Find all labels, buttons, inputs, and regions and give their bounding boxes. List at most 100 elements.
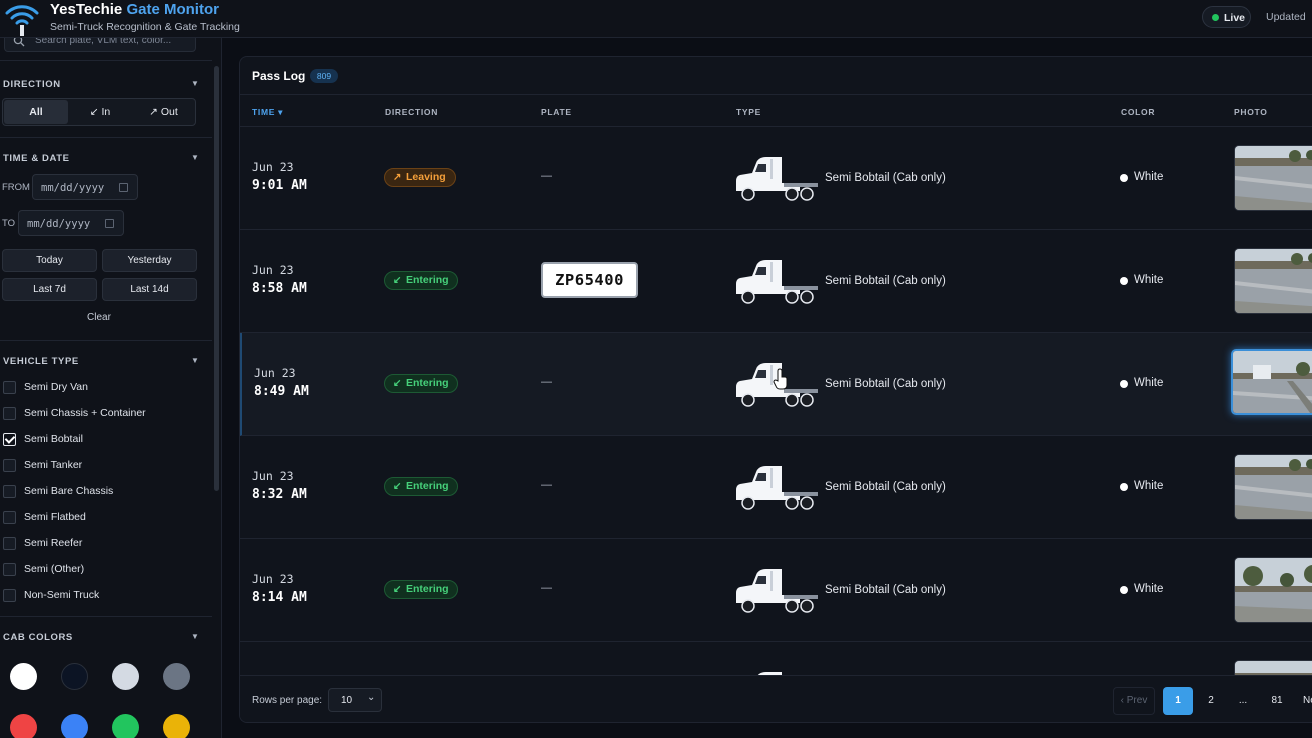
divider xyxy=(0,137,212,138)
row-time: 8:14 AM xyxy=(252,590,307,605)
rows-per-page-label: Rows per page: xyxy=(252,695,323,706)
vehicle-type-option[interactable]: Non-Semi Truck xyxy=(2,587,202,605)
table-row[interactable]: Jun 23 8:58 AM ↙ Entering ZP65400 Semi Bo… xyxy=(240,230,1312,333)
last-7d-button[interactable]: Last 7d xyxy=(2,278,97,301)
table-row[interactable]: Jun 23 8:14 AM ↙ Entering — Semi Bobtail … xyxy=(240,539,1312,642)
color-swatch-green[interactable] xyxy=(112,714,139,738)
row-date: Jun 23 xyxy=(252,572,294,586)
direction-in-button[interactable]: ↙ In xyxy=(68,100,132,124)
column-header-color[interactable]: COLOR xyxy=(1121,107,1155,117)
page-button-current[interactable]: 1 xyxy=(1163,687,1193,715)
checkbox[interactable] xyxy=(3,589,16,602)
time-date-section-title[interactable]: TIME & DATE xyxy=(3,153,70,164)
column-header-photo: PHOTO xyxy=(1234,107,1268,117)
checkbox[interactable] xyxy=(3,485,16,498)
photo-thumbnail[interactable] xyxy=(1234,248,1312,314)
arrow-down-left-icon: ↙ xyxy=(393,378,402,389)
from-date-input[interactable]: mm/dd/yyyy xyxy=(32,174,138,200)
semi-bobtail-truck-icon xyxy=(736,466,818,510)
vehicle-type-option[interactable]: Semi Tanker xyxy=(2,457,202,475)
calendar-icon[interactable] xyxy=(119,183,128,192)
rows-per-page-select[interactable]: 10 ⌄ xyxy=(328,688,382,712)
vehicle-type-section-title[interactable]: VEHICLE TYPE xyxy=(3,356,79,367)
direction-all-button[interactable]: All xyxy=(4,100,68,124)
photo-thumbnail[interactable] xyxy=(1234,557,1312,623)
vehicle-type-option[interactable]: Semi (Other) xyxy=(2,561,202,579)
color-swatch-white[interactable] xyxy=(10,663,37,690)
vehicle-type-option[interactable]: Semi Bare Chassis xyxy=(2,483,202,501)
checkbox[interactable] xyxy=(3,537,16,550)
vehicle-type-option[interactable]: Semi Reefer xyxy=(2,535,202,553)
color-swatch-gray[interactable] xyxy=(163,663,190,690)
live-status-badge[interactable]: Live xyxy=(1202,6,1251,28)
license-plate[interactable]: ZP65400 xyxy=(541,262,638,298)
search-input[interactable]: Search plate, VLM text, color... xyxy=(4,38,196,52)
table-row[interactable]: Jun 23 8:32 AM ↙ Entering — Semi Bobtail … xyxy=(240,436,1312,539)
checkbox[interactable] xyxy=(3,563,16,576)
clear-dates-button[interactable]: Clear xyxy=(2,312,196,323)
row-time: 8:32 AM xyxy=(252,487,307,502)
color-swatch-red[interactable] xyxy=(10,714,37,738)
checkbox[interactable] xyxy=(3,407,16,420)
direction-section-title[interactable]: DIRECTION xyxy=(3,79,61,90)
color-swatch-navy[interactable] xyxy=(61,663,88,690)
page-ellipsis: ... xyxy=(1238,695,1248,706)
wifi-logo-icon xyxy=(5,5,39,36)
table-row-hovered[interactable]: Jun 23 8:49 AM ↙ Entering — Semi Bobtail … xyxy=(240,333,1312,436)
color-dot-white xyxy=(1120,380,1128,388)
column-header-type[interactable]: TYPE xyxy=(736,107,761,117)
checkbox[interactable] xyxy=(3,459,16,472)
to-date-input[interactable]: mm/dd/yyyy xyxy=(18,210,124,236)
caret-down-icon[interactable]: ▼ xyxy=(191,79,199,88)
prev-page-button[interactable]: ‹ Prev xyxy=(1113,687,1155,715)
plate-empty: — xyxy=(541,170,552,182)
color-swatch-blue[interactable] xyxy=(61,714,88,738)
direction-badge-entering: ↙ Entering xyxy=(384,374,458,393)
caret-down-icon[interactable]: ▼ xyxy=(191,356,199,365)
calendar-icon[interactable] xyxy=(105,219,114,228)
vehicle-type-option[interactable]: Semi Bobtail xyxy=(2,431,202,449)
divider xyxy=(0,60,212,61)
count-badge: 809 xyxy=(310,69,338,83)
checkbox[interactable] xyxy=(3,511,16,524)
panel-title: Pass Log xyxy=(252,69,306,83)
color-swatch-yellow[interactable] xyxy=(163,714,190,738)
table-row[interactable]: Jun 23 9:01 AM ↗ Leaving — Semi Bobtail (… xyxy=(240,127,1312,230)
column-header-direction[interactable]: DIRECTION xyxy=(385,107,438,117)
row-time: 9:01 AM xyxy=(252,178,307,193)
column-header-time[interactable]: TIME ▾ xyxy=(252,107,283,118)
plate-empty: — xyxy=(541,479,552,491)
yesterday-button[interactable]: Yesterday xyxy=(102,249,197,272)
row-type: Semi Bobtail (Cab only) xyxy=(825,275,946,287)
checkbox[interactable] xyxy=(3,381,16,394)
photo-thumbnail[interactable] xyxy=(1234,454,1312,520)
direction-out-button[interactable]: ↗ Out xyxy=(132,100,195,124)
updated-label: Updated xyxy=(1266,11,1306,23)
row-date: Jun 23 xyxy=(252,469,294,483)
app-title: YesTechie Gate Monitor xyxy=(50,1,219,18)
today-button[interactable]: Today xyxy=(2,249,97,272)
checkbox-checked[interactable] xyxy=(3,433,16,446)
photo-thumbnail[interactable] xyxy=(1234,145,1312,211)
vehicle-type-option[interactable]: Semi Dry Van xyxy=(2,379,202,397)
caret-down-icon[interactable]: ▼ xyxy=(191,632,199,641)
page-button[interactable]: 81 xyxy=(1262,687,1292,715)
vehicle-type-option[interactable]: Semi Chassis + Container xyxy=(2,405,202,423)
row-type: Semi Bobtail (Cab only) xyxy=(825,481,946,493)
photo-thumbnail-highlighted[interactable] xyxy=(1231,349,1312,415)
page-button[interactable]: 2 xyxy=(1198,687,1224,715)
row-color: White xyxy=(1134,377,1164,389)
last-14d-button[interactable]: Last 14d xyxy=(102,278,197,301)
next-page-button[interactable]: Next › xyxy=(1303,687,1312,715)
vehicle-type-option[interactable]: Semi Flatbed xyxy=(2,509,202,527)
app-subtitle: Semi-Truck Recognition & Gate Tracking xyxy=(50,21,240,33)
column-header-plate[interactable]: PLATE xyxy=(541,107,572,117)
sidebar-scrollbar[interactable] xyxy=(214,66,219,491)
pagination-bar: Rows per page: 10 ⌄ ‹ Prev 1 2 ... 81 Ne… xyxy=(240,675,1312,722)
row-type: Semi Bobtail (Cab only) xyxy=(825,584,946,596)
arrow-up-right-icon: ↗ xyxy=(393,172,402,183)
arrow-down-left-icon: ↙ xyxy=(393,481,402,492)
color-swatch-silver[interactable] xyxy=(112,663,139,690)
caret-down-icon[interactable]: ▼ xyxy=(191,153,199,162)
cab-colors-section-title[interactable]: CAB COLORS xyxy=(3,632,73,643)
